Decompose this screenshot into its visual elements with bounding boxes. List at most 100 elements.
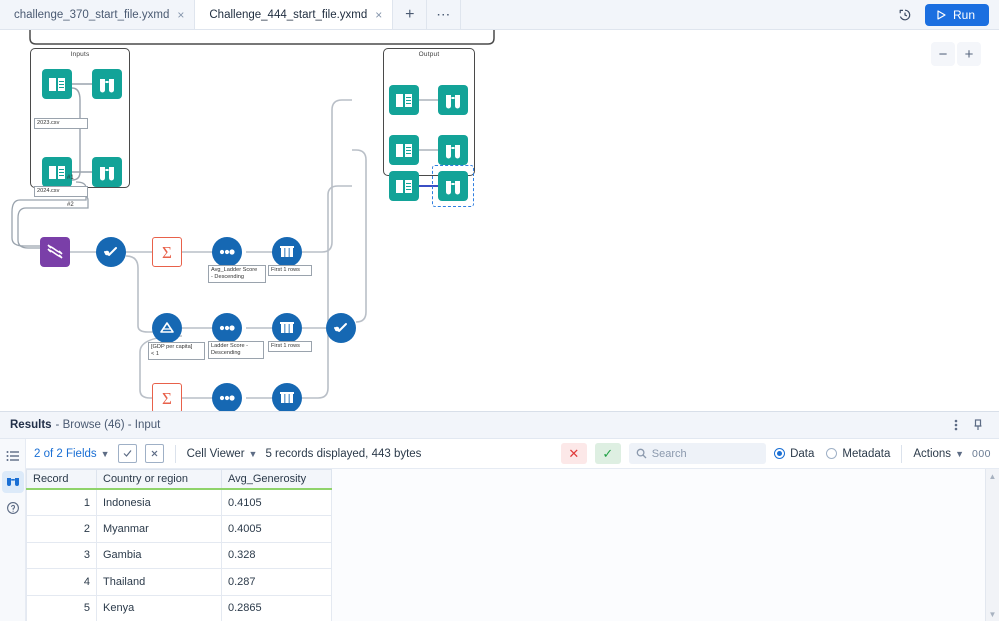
summarize-sigma-icon: Σ bbox=[152, 383, 182, 411]
sample-tool-generosity[interactable] bbox=[272, 383, 302, 411]
binoculars-browse-icon bbox=[438, 171, 468, 201]
output-browse-1[interactable] bbox=[438, 85, 468, 115]
deselect-all-fields-icon[interactable] bbox=[144, 444, 164, 463]
search-input[interactable]: Search bbox=[628, 443, 767, 464]
sample-tool-score[interactable] bbox=[272, 313, 302, 343]
actions-label: Actions bbox=[913, 447, 952, 460]
annotation-input-2024: 2024.csv bbox=[34, 186, 88, 197]
sort-tool-score[interactable] bbox=[212, 313, 242, 343]
results-header: Results - Browse (46) - Input bbox=[0, 412, 999, 439]
radio-data[interactable]: Data bbox=[774, 448, 814, 460]
cell-country: Indonesia bbox=[96, 488, 222, 516]
cell-country: Gambia bbox=[96, 541, 222, 569]
canvas-zoom-controls: − + bbox=[931, 42, 981, 66]
output-browse-3-selected[interactable] bbox=[438, 171, 468, 201]
table-row[interactable]: 2 Myanmar 0.4005 bbox=[26, 515, 332, 543]
reject-button[interactable]: ✕ bbox=[560, 443, 587, 464]
chevron-down-icon: ▼ bbox=[955, 448, 964, 459]
sample-icon bbox=[272, 237, 302, 267]
annotation-filter-gdp: [GDP per capita] < 1 bbox=[148, 342, 205, 360]
binoculars-browse-icon bbox=[438, 135, 468, 165]
cell-generosity: 0.4005 bbox=[221, 515, 332, 543]
zoom-in-button[interactable]: + bbox=[957, 42, 981, 66]
svg-text:Σ: Σ bbox=[162, 243, 172, 262]
sort-tool-generosity[interactable] bbox=[212, 383, 242, 411]
results-table-area[interactable]: Record Country or region Avg_Generosity … bbox=[26, 469, 999, 621]
sort-tool-ladder[interactable] bbox=[212, 237, 242, 267]
cell-generosity: 0.287 bbox=[221, 568, 332, 596]
book-input-icon bbox=[42, 69, 72, 99]
actions-menu[interactable]: Actions ▼ bbox=[913, 448, 964, 460]
cell-record: 2 bbox=[26, 515, 97, 543]
new-tab-button[interactable]: + bbox=[393, 0, 428, 29]
radio-indicator bbox=[774, 448, 786, 459]
accept-button[interactable]: ✓ bbox=[594, 443, 621, 464]
close-icon[interactable]: × bbox=[375, 9, 382, 21]
output-browse-input-1[interactable] bbox=[389, 85, 419, 115]
cell-country: Myanmar bbox=[96, 515, 222, 543]
column-header-country[interactable]: Country or region bbox=[96, 469, 222, 490]
sample-icon bbox=[272, 383, 302, 411]
cell-record: 3 bbox=[26, 541, 97, 569]
cell-viewer-selector[interactable]: Cell Viewer ▼ bbox=[187, 448, 258, 460]
container-title: Output bbox=[418, 51, 440, 58]
select-tool-1[interactable] bbox=[96, 237, 126, 267]
annotation-sample-score: First 1 rows bbox=[268, 341, 312, 352]
sample-tool-ladder[interactable] bbox=[272, 237, 302, 267]
union-tool[interactable] bbox=[40, 237, 70, 267]
run-button[interactable]: Run bbox=[924, 3, 989, 26]
book-input-icon bbox=[389, 85, 419, 115]
table-header-row: Record Country or region Avg_Generosity bbox=[26, 469, 332, 490]
tab-spacer bbox=[461, 0, 895, 29]
kebab-menu-icon[interactable] bbox=[945, 414, 967, 436]
record-counter: 000 bbox=[971, 447, 992, 460]
cell-generosity: 0.328 bbox=[221, 541, 332, 569]
workflow-canvas[interactable]: − + Inputs Output 2023.csv 2024.csv #1 #… bbox=[0, 30, 999, 411]
select-tool-2[interactable] bbox=[326, 313, 356, 343]
union-icon bbox=[40, 237, 70, 267]
tab-overflow-button[interactable]: ⋯ bbox=[427, 0, 462, 29]
input-tool-2024[interactable] bbox=[42, 157, 72, 187]
input-tool-2023[interactable] bbox=[42, 69, 72, 99]
sort-icon bbox=[212, 383, 242, 411]
cell-record: 1 bbox=[26, 488, 97, 516]
connection-label-1: #1 bbox=[67, 175, 74, 181]
list-view-icon[interactable] bbox=[2, 445, 24, 467]
table-row[interactable]: 4 Thailand 0.287 bbox=[26, 568, 332, 596]
table-row[interactable]: 3 Gambia 0.328 bbox=[26, 541, 332, 569]
select-icon bbox=[96, 237, 126, 267]
binoculars-browse-icon bbox=[92, 69, 122, 99]
scroll-up-arrow[interactable]: ▲ bbox=[989, 472, 997, 481]
table-row[interactable]: 5 Kenya 0.2865 bbox=[26, 594, 332, 621]
summarize-tool-1[interactable]: Σ bbox=[152, 237, 182, 267]
output-browse-input-3[interactable] bbox=[389, 171, 419, 201]
select-all-fields-icon[interactable] bbox=[117, 444, 137, 463]
cell-record: 4 bbox=[26, 568, 97, 596]
column-header-record[interactable]: Record bbox=[26, 469, 97, 490]
summarize-tool-2[interactable]: Σ bbox=[152, 383, 182, 411]
vertical-scrollbar[interactable]: ▲ ▼ bbox=[985, 469, 999, 621]
scroll-down-arrow[interactable]: ▼ bbox=[989, 610, 997, 619]
tab-challenge-370[interactable]: challenge_370_start_file.yxmd × bbox=[0, 0, 196, 29]
tab-challenge-444[interactable]: Challenge_444_start_file.yxmd × bbox=[195, 0, 394, 29]
browse-tool-input-2023[interactable] bbox=[92, 69, 122, 99]
close-icon[interactable]: × bbox=[177, 9, 184, 21]
output-browse-input-2[interactable] bbox=[389, 135, 419, 165]
binoculars-icon[interactable] bbox=[1, 471, 24, 493]
filter-icon bbox=[152, 313, 182, 343]
book-input-icon bbox=[42, 157, 72, 187]
help-circle-icon[interactable] bbox=[2, 497, 24, 519]
search-icon bbox=[636, 448, 647, 459]
output-browse-2[interactable] bbox=[438, 135, 468, 165]
filter-tool-gdp[interactable] bbox=[152, 313, 182, 343]
table-row[interactable]: 1 Indonesia 0.4105 bbox=[26, 488, 332, 516]
column-header-generosity[interactable]: Avg_Generosity bbox=[221, 469, 332, 490]
browse-tool-input-2024[interactable] bbox=[92, 157, 122, 187]
summarize-sigma-icon: Σ bbox=[152, 237, 182, 267]
fields-selector[interactable]: 2 of 2 Fields ▼ bbox=[34, 448, 110, 460]
history-icon[interactable] bbox=[895, 5, 915, 25]
zoom-out-button[interactable]: − bbox=[931, 42, 955, 66]
radio-metadata[interactable]: Metadata bbox=[826, 448, 890, 460]
tab-label: Challenge_444_start_file.yxmd bbox=[209, 8, 368, 21]
pin-icon[interactable] bbox=[967, 414, 989, 436]
